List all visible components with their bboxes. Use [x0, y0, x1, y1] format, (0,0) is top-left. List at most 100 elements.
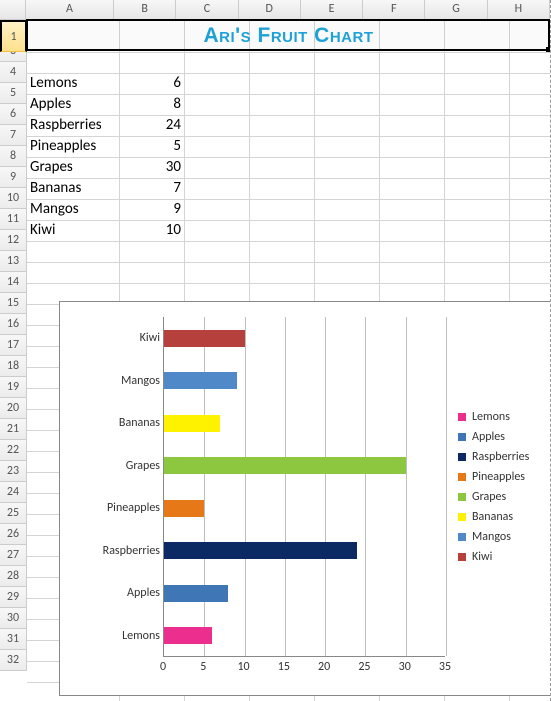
- legend-swatch: [458, 533, 466, 541]
- chart-ylabel: Apples: [70, 586, 160, 600]
- row-header-25[interactable]: 25: [0, 503, 27, 524]
- cell-b6[interactable]: 5: [119, 136, 184, 157]
- chart-bar-apples[interactable]: [164, 585, 228, 602]
- col-header-e[interactable]: E: [301, 0, 363, 19]
- col-header-g[interactable]: G: [425, 0, 487, 19]
- row-header-17[interactable]: 17: [0, 335, 27, 356]
- row-header-21[interactable]: 21: [0, 419, 27, 440]
- select-all-corner[interactable]: [0, 0, 26, 19]
- row-headers: 1 2 3 4 5 6 7 8 9 10 11 12 13 14 15 16 1…: [0, 20, 27, 701]
- chart-bar-mangos[interactable]: [164, 372, 237, 389]
- row-header-15[interactable]: 15: [0, 293, 27, 314]
- chart-bar-pineapples[interactable]: [164, 500, 204, 517]
- row-header-9[interactable]: 9: [0, 167, 27, 188]
- legend-label: Raspberries: [472, 450, 529, 464]
- legend-item-grapes[interactable]: Grapes: [458, 490, 551, 504]
- row-header-30[interactable]: 30: [0, 608, 27, 629]
- legend-swatch: [458, 473, 466, 481]
- row-header-5[interactable]: 5: [0, 83, 27, 104]
- cell-b4[interactable]: 8: [119, 94, 184, 115]
- row-header-11[interactable]: 11: [0, 209, 27, 230]
- row-header-31[interactable]: 31: [0, 629, 27, 650]
- row-header-4[interactable]: 4: [0, 62, 27, 83]
- row-header-28[interactable]: 28: [0, 566, 27, 587]
- cell-a4[interactable]: Apples: [27, 94, 119, 115]
- legend-label: Kiwi: [472, 550, 492, 564]
- legend-label: Apples: [472, 430, 505, 444]
- cell-a6[interactable]: Pineapples: [27, 136, 119, 157]
- legend-label: Mangos: [472, 530, 511, 544]
- row-header-20[interactable]: 20: [0, 398, 27, 419]
- row-header-26[interactable]: 26: [0, 524, 27, 545]
- chart-legend: Lemons Apples Raspberries Pineapples Grapes B…: [458, 410, 551, 570]
- cell-b9[interactable]: 9: [119, 199, 184, 220]
- chart-bar-grapes[interactable]: [164, 457, 406, 474]
- legend-swatch: [458, 493, 466, 501]
- chart-xtick: 5: [200, 660, 206, 674]
- cell-a10[interactable]: Kiwi: [27, 220, 119, 241]
- col-header-a[interactable]: A: [26, 0, 114, 19]
- col-header-h[interactable]: H: [488, 0, 550, 19]
- row-header-32[interactable]: 32: [0, 650, 27, 671]
- row-header-18[interactable]: 18: [0, 356, 27, 377]
- cell-a7[interactable]: Grapes: [27, 157, 119, 178]
- chart-xtick: 20: [318, 660, 330, 674]
- cell-b5[interactable]: 24: [119, 115, 184, 136]
- cell-grid[interactable]: Ari's Fruit Chart Lemons6Apples8Raspberr…: [27, 20, 550, 701]
- cell-a8[interactable]: Bananas: [27, 178, 119, 199]
- chart-ylabel: Bananas: [70, 416, 160, 430]
- cell-b3[interactable]: 6: [119, 73, 184, 94]
- chart-xtick: 35: [439, 660, 451, 674]
- row-header-27[interactable]: 27: [0, 545, 27, 566]
- col-header-c[interactable]: C: [176, 0, 238, 19]
- legend-item-kiwi[interactable]: Kiwi: [458, 550, 551, 564]
- row-header-24[interactable]: 24: [0, 482, 27, 503]
- column-headers: A B C D E F G H: [0, 0, 550, 20]
- row-header-22[interactable]: 22: [0, 440, 27, 461]
- cell-b8[interactable]: 7: [119, 178, 184, 199]
- chart-ylabel: Kiwi: [70, 331, 160, 345]
- row-header-1[interactable]: 1: [0, 20, 27, 52]
- embedded-chart[interactable]: Kiwi Mangos Bananas Grapes Pineapples Raspber…: [59, 301, 551, 696]
- cell-b7[interactable]: 30: [119, 157, 184, 178]
- legend-swatch: [458, 433, 466, 441]
- chart-bar-kiwi[interactable]: [164, 330, 245, 347]
- cell-a5[interactable]: Raspberries: [27, 115, 119, 136]
- chart-bar-bananas[interactable]: [164, 415, 220, 432]
- legend-item-mangos[interactable]: Mangos: [458, 530, 551, 544]
- row-header-10[interactable]: 10: [0, 188, 27, 209]
- spreadsheet-sheet: A B C D E F G H 1 2 3 4 5 6 7 8 9 10 11 …: [0, 0, 551, 701]
- row-header-29[interactable]: 29: [0, 587, 27, 608]
- col-header-f[interactable]: F: [363, 0, 425, 19]
- row-header-8[interactable]: 8: [0, 146, 27, 167]
- row-header-12[interactable]: 12: [0, 230, 27, 251]
- chart-bar-raspberries[interactable]: [164, 542, 357, 559]
- chart-ylabel: Grapes: [70, 459, 160, 473]
- row-header-19[interactable]: 19: [0, 377, 27, 398]
- cell-a3[interactable]: Lemons: [27, 73, 119, 94]
- row-header-7[interactable]: 7: [0, 125, 27, 146]
- chart-ylabel: Pineapples: [70, 501, 160, 515]
- fill-handle[interactable]: [546, 47, 551, 52]
- col-header-d[interactable]: D: [239, 0, 301, 19]
- cell-b10[interactable]: 10: [119, 220, 184, 241]
- legend-item-lemons[interactable]: Lemons: [458, 410, 551, 424]
- legend-swatch: [458, 513, 466, 521]
- legend-swatch: [458, 453, 466, 461]
- legend-label: Lemons: [472, 410, 510, 424]
- cell-a9[interactable]: Mangos: [27, 199, 119, 220]
- chart-plot-area: [163, 317, 445, 657]
- row-header-13[interactable]: 13: [0, 251, 27, 272]
- row-header-14[interactable]: 14: [0, 272, 27, 293]
- col-header-b[interactable]: B: [114, 0, 176, 19]
- row-header-23[interactable]: 23: [0, 461, 27, 482]
- legend-label: Pineapples: [472, 470, 525, 484]
- row-header-16[interactable]: 16: [0, 314, 27, 335]
- legend-item-raspberries[interactable]: Raspberries: [458, 450, 551, 464]
- legend-item-bananas[interactable]: Bananas: [458, 510, 551, 524]
- chart-bar-lemons[interactable]: [164, 627, 212, 644]
- legend-item-apples[interactable]: Apples: [458, 430, 551, 444]
- legend-item-pineapples[interactable]: Pineapples: [458, 470, 551, 484]
- chart-ylabel: Mangos: [70, 374, 160, 388]
- row-header-6[interactable]: 6: [0, 104, 27, 125]
